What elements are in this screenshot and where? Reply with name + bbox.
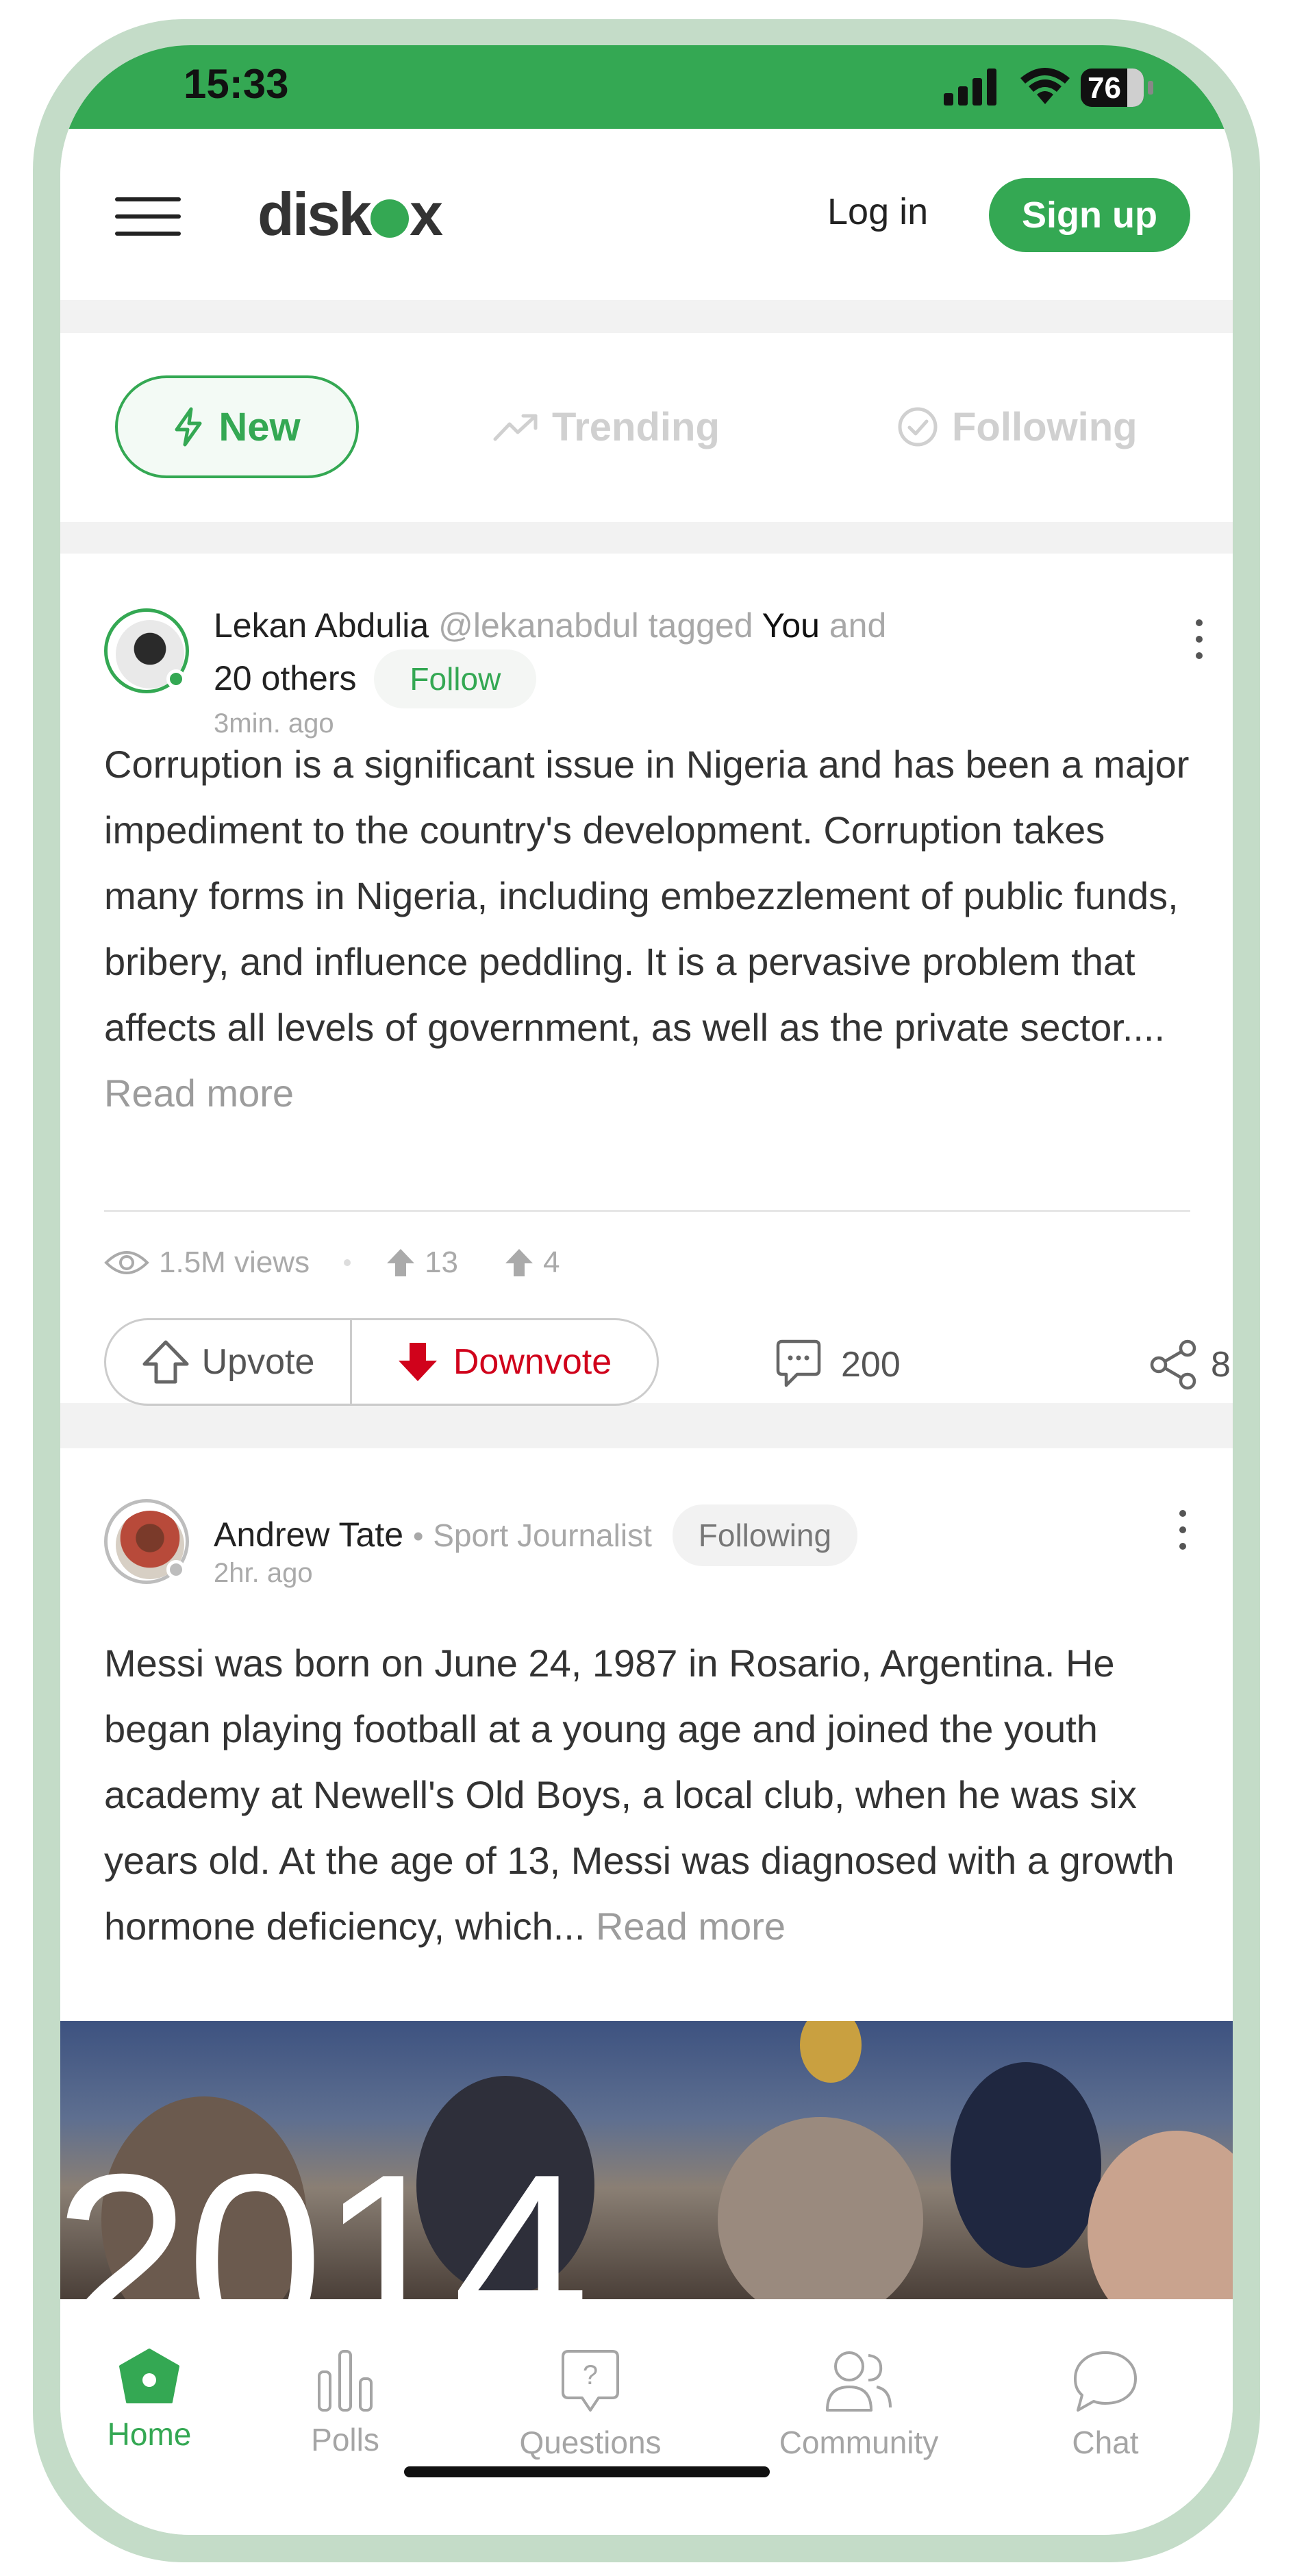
- post-stats: 1.5M views 13 4: [104, 1246, 560, 1280]
- nav-community[interactable]: Community: [749, 2347, 968, 2461]
- chat-icon: [1074, 2351, 1137, 2412]
- community-icon: [826, 2351, 892, 2412]
- avatar[interactable]: [104, 608, 189, 693]
- tab-trending-label: Trending: [552, 404, 720, 449]
- battery-level: 76: [1088, 71, 1121, 105]
- status-time: 15:33: [184, 61, 289, 107]
- downvote-button[interactable]: Downvote: [352, 1320, 657, 1404]
- more-options-icon[interactable]: [1196, 619, 1203, 669]
- tagged-others[interactable]: 20 others: [214, 659, 356, 697]
- battery-icon: 76: [1081, 69, 1144, 107]
- downvote-label: Downvote: [453, 1342, 612, 1382]
- app-screen: 15:33 76 disk x Log in Sign up New Trend…: [60, 45, 1233, 2535]
- upvotes-count: 13: [425, 1246, 459, 1279]
- author-name[interactable]: Andrew Tate: [214, 1515, 403, 1554]
- question-icon: ?: [562, 2350, 619, 2412]
- repost-stat-icon: [505, 1249, 533, 1276]
- read-more-link[interactable]: Read more: [104, 1072, 294, 1115]
- lightning-icon: [175, 407, 202, 447]
- nav-community-label: Community: [779, 2425, 939, 2460]
- reposts-count: 4: [543, 1246, 560, 1279]
- post-time: 2hr. ago: [214, 1558, 313, 1588]
- comments-count: 200: [841, 1345, 901, 1385]
- bottom-nav: Home Polls ? Questions Community Chat: [60, 2299, 1233, 2535]
- signal-icon: [944, 69, 996, 106]
- vote-group: Upvote Downvote: [104, 1318, 659, 1406]
- trending-icon: [493, 414, 538, 441]
- polls-icon: [318, 2350, 373, 2412]
- login-button[interactable]: Log in: [827, 190, 928, 233]
- post-body: Corruption is a significant issue in Nig…: [104, 732, 1200, 1126]
- share-button[interactable]: 8: [1149, 1339, 1231, 1391]
- tagged-text: tagged: [648, 606, 753, 645]
- nav-questions[interactable]: ? Questions: [490, 2347, 690, 2461]
- tab-new-label: New: [218, 404, 301, 449]
- author-name[interactable]: Lekan Abdulia: [214, 606, 429, 645]
- tagged-you[interactable]: You: [762, 606, 820, 645]
- upvote-button[interactable]: Upvote: [106, 1320, 352, 1404]
- read-more-link[interactable]: Read more: [596, 1905, 786, 1948]
- status-bar: 15:33 76: [60, 45, 1233, 129]
- nav-questions-label: Questions: [519, 2425, 662, 2460]
- views-count: 1.5M views: [159, 1246, 310, 1279]
- svg-text:?: ?: [583, 2360, 598, 2390]
- app-header: disk x Log in Sign up: [60, 129, 1233, 300]
- feed-tabs: New Trending Following: [60, 333, 1233, 522]
- post-body-text: Corruption is a significant issue in Nig…: [104, 743, 1190, 1049]
- tab-new[interactable]: New: [115, 375, 359, 478]
- battery-nub: [1148, 81, 1153, 95]
- offline-indicator: [166, 1560, 186, 1579]
- share-icon: [1150, 1339, 1196, 1390]
- post-image[interactable]: 2014: [60, 2021, 1233, 2299]
- author-handle[interactable]: @lekanabdul: [438, 606, 639, 645]
- divider: [104, 1210, 1190, 1212]
- nav-polls-label: Polls: [311, 2422, 379, 2457]
- online-indicator: [166, 669, 186, 689]
- post-body-text: Messi was born on June 24, 1987 in Rosar…: [104, 1642, 1175, 1948]
- downvote-icon: [398, 1343, 437, 1381]
- check-circle-icon: [898, 407, 938, 447]
- diskox-logo[interactable]: disk x: [258, 179, 443, 249]
- tab-following[interactable]: Following: [897, 375, 1138, 478]
- tab-trending[interactable]: Trending: [493, 375, 720, 478]
- eye-icon: [104, 1251, 149, 1274]
- following-button[interactable]: Following: [672, 1504, 858, 1566]
- author-role: Sport Journalist: [433, 1518, 652, 1553]
- upvote-label: Upvote: [201, 1342, 315, 1382]
- home-icon: [119, 2349, 179, 2403]
- nav-polls[interactable]: Polls: [256, 2347, 434, 2458]
- nav-home[interactable]: Home: [60, 2347, 238, 2453]
- nav-home-label: Home: [107, 2416, 192, 2452]
- tagged-and: and: [829, 606, 887, 645]
- avatar[interactable]: [104, 1499, 189, 1584]
- post-body: Messi was born on June 24, 1987 in Rosar…: [104, 1631, 1200, 1959]
- tab-following-label: Following: [952, 404, 1138, 449]
- upvote-icon: [142, 1340, 189, 1384]
- shares-count: 8: [1211, 1345, 1231, 1385]
- menu-icon[interactable]: [115, 197, 181, 236]
- more-options-icon[interactable]: [1179, 1510, 1186, 1559]
- image-year-text: 2014: [60, 2123, 590, 2299]
- wifi-icon: [1020, 68, 1070, 104]
- comment-icon: [776, 1339, 821, 1387]
- nav-chat-label: Chat: [1072, 2425, 1139, 2460]
- post-header: Andrew Tate • Sport Journalist Following: [214, 1504, 858, 1566]
- home-indicator[interactable]: [404, 2466, 770, 2477]
- post-card: Lekan Abdulia @lekanabdul tagged You and…: [60, 554, 1233, 1406]
- signup-button[interactable]: Sign up: [989, 178, 1190, 252]
- follow-button[interactable]: Follow: [374, 649, 537, 708]
- post-header: Lekan Abdulia @lekanabdul tagged You and…: [214, 602, 1090, 708]
- nav-chat[interactable]: Chat: [1016, 2347, 1194, 2461]
- comments-button[interactable]: 200: [773, 1339, 901, 1391]
- upvote-stat-icon: [387, 1249, 415, 1276]
